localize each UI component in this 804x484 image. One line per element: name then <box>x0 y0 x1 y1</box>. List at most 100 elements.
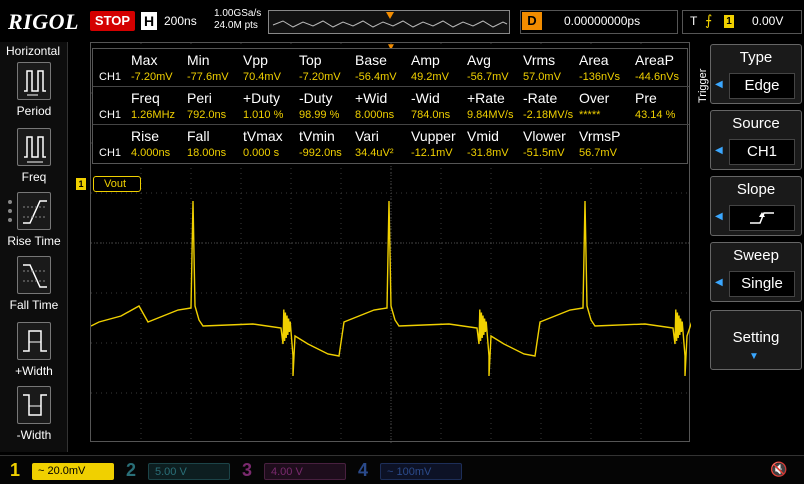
measurement-header: +Duty <box>243 90 280 106</box>
measurement-value: -31.8mV <box>467 147 509 159</box>
measurement-value: 784.0ns <box>411 109 451 121</box>
measurement-header: Vpp <box>243 52 268 68</box>
measurement-value: 4.000ns <box>131 147 171 159</box>
measurement-value: 0.000 s <box>243 147 280 159</box>
trigger-type-button[interactable]: Type ◀ Edge <box>710 44 802 104</box>
delay-value: 0.00000000ps <box>564 14 641 28</box>
measurement-channel: CH1 <box>99 109 122 121</box>
memory-overview-bar[interactable] <box>268 10 510 34</box>
measurement-value: 1.010 % <box>243 109 284 121</box>
measurement-header: Max <box>131 52 158 68</box>
measurement-header: Top <box>299 52 322 68</box>
trigger-menu-title: Trigger <box>697 68 709 104</box>
measurement-value: 98.99 % <box>299 109 340 121</box>
measurement-value: -7.20mV <box>131 71 173 83</box>
measurement-header: Pre <box>635 90 657 106</box>
measurement-header: Vupper <box>411 128 456 144</box>
measure-rise-time-button[interactable]: Rise Time <box>0 192 68 254</box>
rise-time-label: Rise Time <box>7 234 61 248</box>
measurement-value: 792.0ns <box>187 109 227 121</box>
positive-width-icon <box>17 322 51 360</box>
selector-arrow-icon: ◀ <box>715 79 723 90</box>
trigger-type-title: Type <box>739 49 773 66</box>
measure-period-button[interactable]: Period <box>0 62 68 124</box>
channel-scale: ~ 20.0mV <box>32 463 114 480</box>
measurement-header: -Rate <box>523 90 558 106</box>
sample-rate: 1.00GSa/s <box>214 8 262 19</box>
selector-arrow-icon: ◀ <box>715 277 723 288</box>
measurement-value: -56.4mV <box>355 71 397 83</box>
measurement-header: AreaP <box>635 52 674 68</box>
measurement-channel: CH1 <box>99 71 122 83</box>
measure-fall-time-button[interactable]: Fall Time <box>0 256 68 318</box>
period-icon <box>17 62 51 100</box>
channel-number: 1 <box>10 460 21 480</box>
trigger-source-value: CH1 <box>729 139 795 165</box>
measurement-header: Rise <box>131 128 160 144</box>
measurement-header: Area <box>579 52 609 68</box>
delay-badge: D <box>522 12 542 30</box>
measurement-value: -56.7mV <box>467 71 509 83</box>
measure-negative-width-button[interactable]: -Width <box>0 386 68 448</box>
trigger-slope-title: Slope <box>736 181 776 198</box>
selector-arrow-icon: ◀ <box>715 211 723 222</box>
panel-title: Horizontal <box>6 44 61 58</box>
measurement-value: -992.0ns <box>299 147 342 159</box>
channel-number: 2 <box>126 460 137 480</box>
channel-status-bar: 1 ~ 20.0mV 2 5.00 V 3 4.00 V 4 ~ 100mV 🔇 <box>0 455 804 484</box>
measurement-row-amplitude: CH1 Max Min Vpp Top Base Amp Avg Vrms Ar… <box>93 49 689 87</box>
measurement-value: 56.7mV <box>579 147 617 159</box>
trigger-edge-icon: ⨍ <box>705 12 713 28</box>
trigger-setting-button[interactable]: Setting ▼ <box>710 310 802 370</box>
measure-frequency-button[interactable]: Freq <box>0 128 68 190</box>
period-label: Period <box>16 104 52 118</box>
measurement-header: +Wid <box>355 90 388 106</box>
rise-time-icon <box>17 192 51 230</box>
measurement-row-timing: CH1 Freq Peri +Duty -Duty +Wid -Wid +Rat… <box>93 87 689 125</box>
trigger-status-panel[interactable] <box>682 10 802 34</box>
measurement-header: Avg <box>467 52 491 68</box>
channel-scale: 5.00 V <box>148 463 230 480</box>
measurement-header: -Wid <box>411 90 440 106</box>
frequency-label: Freq <box>21 170 47 184</box>
horizontal-measure-panel: Horizontal Period Freq Rise Time Fall Ti… <box>0 42 68 452</box>
measurement-header: Amp <box>411 52 440 68</box>
expand-down-icon: ▼ <box>749 351 759 362</box>
measurement-value: 43.14 % <box>635 109 676 121</box>
measurement-value: -77.6mV <box>187 71 229 83</box>
memory-depth: 24.0M pts <box>214 20 258 31</box>
fall-time-icon <box>17 256 51 294</box>
measurement-table: CH1 Max Min Vpp Top Base Amp Avg Vrms Ar… <box>92 48 689 164</box>
run-stop-status[interactable]: STOP <box>90 11 135 31</box>
measurement-value: 57.0mV <box>523 71 561 83</box>
trigger-setting-label: Setting <box>732 329 780 346</box>
measurement-header: Vlower <box>523 128 566 144</box>
brand-logo: RIGOL <box>8 9 79 34</box>
measurement-value: -51.5mV <box>523 147 565 159</box>
top-status-bar: RIGOL STOP H 200ns 1.00GSa/s 24.0M pts D… <box>0 0 804 42</box>
channel-1-label[interactable]: Vout <box>93 176 141 192</box>
measurement-header: Vrms <box>523 52 556 68</box>
measure-positive-width-button[interactable]: +Width <box>0 322 68 384</box>
memory-waveform-preview <box>272 12 508 28</box>
timebase-value[interactable]: 200ns <box>164 14 197 28</box>
acquisition-info: 1.00GSa/s 24.0M pts <box>214 8 261 32</box>
trigger-badge: T <box>690 14 698 28</box>
channel-scale: 4.00 V <box>264 463 346 480</box>
measurement-header: Peri <box>187 90 212 106</box>
channel-1-offset-marker[interactable]: 1 <box>76 178 86 190</box>
measurement-value: -2.18MV/s <box>523 109 574 121</box>
channel-number: 4 <box>358 460 369 480</box>
measurement-value: 9.84MV/s <box>467 109 514 121</box>
channel-number: 3 <box>242 460 253 480</box>
trigger-slope-button[interactable]: Slope ◀ <box>710 176 802 236</box>
measurement-value: ***** <box>579 109 601 121</box>
sound-muted-icon[interactable]: 🔇 <box>770 461 787 478</box>
trigger-sweep-button[interactable]: Sweep ◀ Single <box>710 242 802 302</box>
measurement-header: Base <box>355 52 387 68</box>
trigger-source-title: Source <box>732 115 780 132</box>
trigger-source-button[interactable]: Source ◀ CH1 <box>710 110 802 170</box>
measurement-value: 70.4mV <box>243 71 281 83</box>
measurement-value: 18.00ns <box>187 147 227 159</box>
frequency-icon <box>17 128 51 166</box>
